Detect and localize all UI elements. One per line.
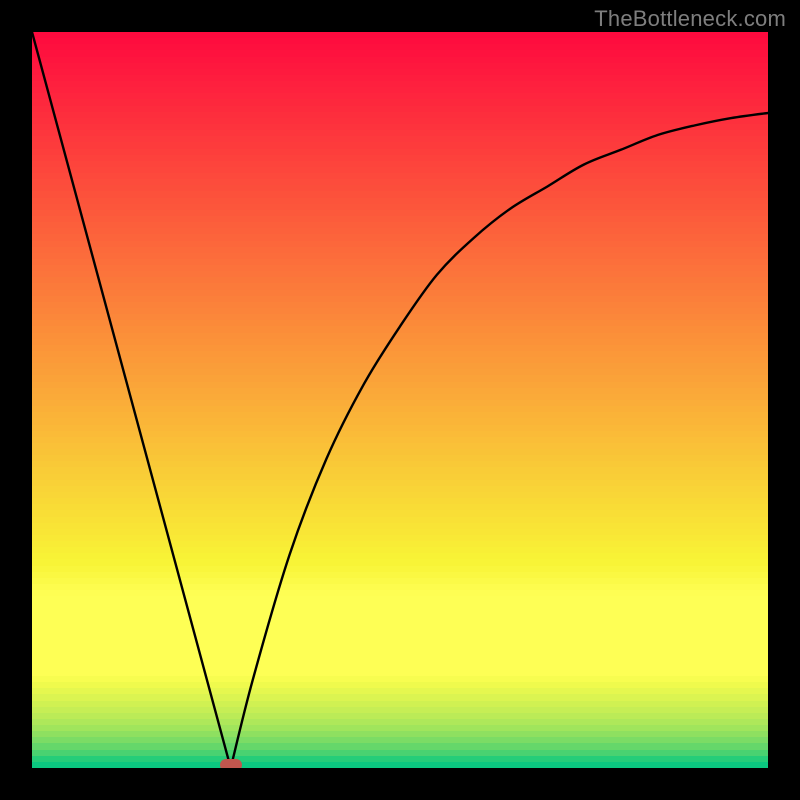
plot-area [32,32,768,768]
curve-layer [32,32,768,768]
bottleneck-marker [220,759,242,768]
curve-right-segment [231,113,768,768]
curve-left-segment [32,32,231,768]
watermark-text: TheBottleneck.com [594,6,786,32]
chart-frame: TheBottleneck.com [0,0,800,800]
